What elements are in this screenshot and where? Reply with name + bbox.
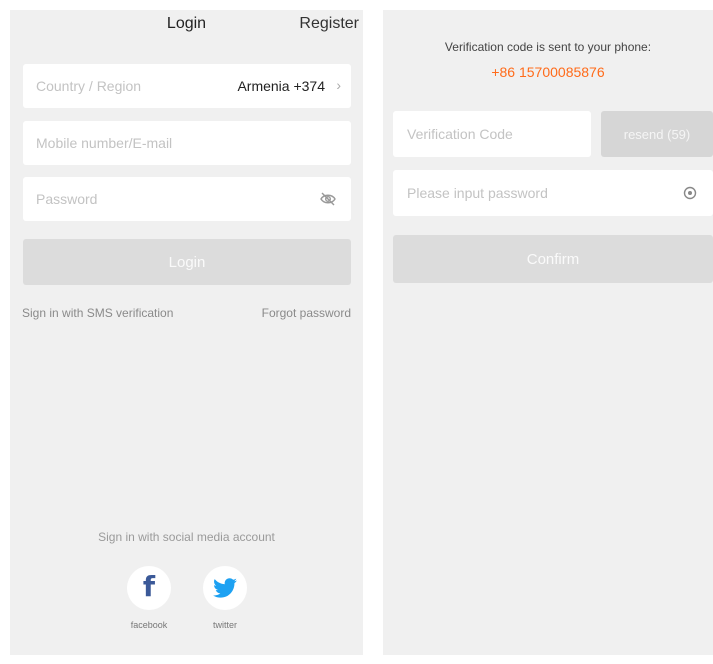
eye-off-icon[interactable] [319,190,337,208]
login-header: Login Register [10,10,363,42]
new-password-input[interactable]: Please input password [393,170,713,216]
twitter-login[interactable]: twitter [200,566,250,630]
country-region-selector[interactable]: Country / Region Armenia +374 › [23,64,351,108]
forgot-password-link[interactable]: Forgot password [262,306,351,320]
country-region-label: Country / Region [36,78,142,94]
phone-number: +86 15700085876 [491,64,605,80]
verification-code-placeholder: Verification Code [407,126,513,142]
register-link[interactable]: Register [299,15,359,33]
country-region-value: Armenia +374 [237,78,325,94]
twitter-button[interactable] [203,566,247,610]
verification-screen: Verification code is sent to your phone:… [383,10,713,655]
facebook-label: facebook [130,620,168,630]
resend-button[interactable]: resend (59) [601,111,713,157]
password-field[interactable]: Password [23,177,351,221]
confirm-label: Confirm [526,250,580,268]
verification-code-input[interactable]: Verification Code [393,111,591,157]
login-screen: Login Register Country / Region Armenia … [10,10,363,655]
twitter-label: twitter [212,620,237,630]
verification-message: Verification code is sent to your phone: [444,40,652,54]
mobile-email-placeholder: Mobile number/E-mail [36,135,173,151]
password-placeholder: Password [36,191,98,207]
twitter-icon [213,578,237,598]
new-password-placeholder: Please input password [407,185,548,201]
confirm-button[interactable]: Confirm [393,235,713,283]
mobile-email-field[interactable]: Mobile number/E-mail [23,121,351,165]
social-login-title: Sign in with social media account [98,530,275,544]
chevron-right-icon: › [336,77,341,93]
resend-label: resend (59) [623,126,691,142]
sms-verification-link[interactable]: Sign in with SMS verification [22,306,173,320]
login-button[interactable]: Login [23,239,351,285]
facebook-icon: f [142,570,156,603]
login-button-label: Login [168,253,206,271]
facebook-button[interactable]: f [127,566,171,610]
eye-icon[interactable] [683,186,697,200]
facebook-login[interactable]: f facebook [124,566,174,630]
